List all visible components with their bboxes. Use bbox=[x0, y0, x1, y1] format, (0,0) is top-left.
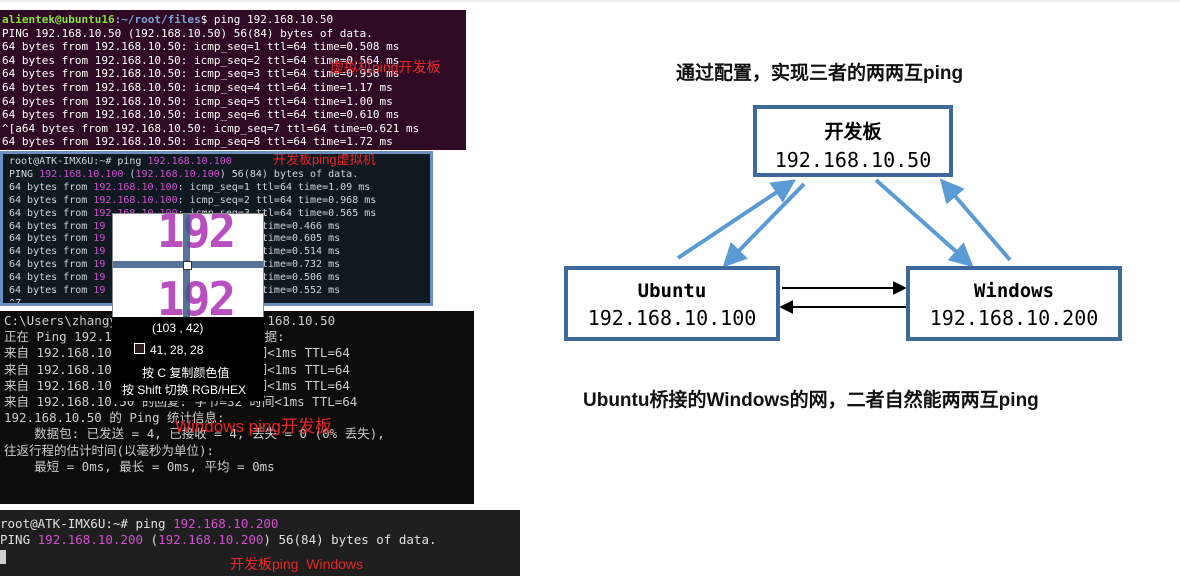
node-name: Windows bbox=[973, 280, 1055, 302]
node-dev-board: 开发板 192.168.10.50 bbox=[753, 105, 953, 177]
arrow-board-to-ubuntu bbox=[722, 182, 806, 268]
node-ip: 192.168.10.200 bbox=[929, 306, 1099, 330]
node-name: 开发板 bbox=[824, 121, 882, 143]
arrow-ubuntu-to-board bbox=[676, 179, 796, 260]
node-windows: Windows 192.168.10.200 bbox=[906, 266, 1122, 341]
arrow-board-to-windows bbox=[874, 178, 974, 268]
node-ip: 192.168.10.100 bbox=[587, 306, 757, 330]
diagram-caption: Ubuntu桥接的Windows的网，二者自然能两两互ping bbox=[583, 390, 1039, 411]
node-ip: 192.168.10.50 bbox=[774, 148, 932, 172]
node-name: Ubuntu bbox=[637, 280, 707, 302]
node-ubuntu: Ubuntu 192.168.10.100 bbox=[564, 266, 780, 341]
